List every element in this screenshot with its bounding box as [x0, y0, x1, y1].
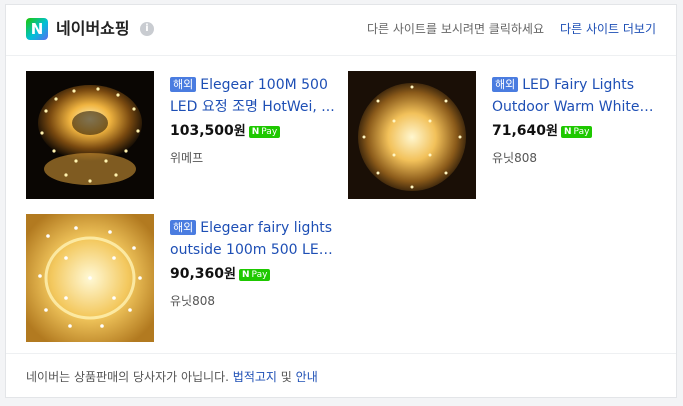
npay-label: Pay: [573, 127, 590, 137]
card-footer: 네이버는 상품판매의 당사자가 아닙니다. 법적고지 및 안내: [6, 353, 676, 399]
product-item[interactable]: 해외 Elegear 100M 500 LED 요정 조명 HotWei, ...…: [26, 71, 342, 201]
info-icon[interactable]: i: [140, 22, 154, 36]
card-header: N 네이버쇼핑 i 다른 사이트를 보시려면 클릭하세요 다른 사이트 더보기: [6, 5, 676, 56]
currency-label: 원: [233, 124, 246, 139]
product-name-link[interactable]: 해외LED Fairy Lights Outdoor Warm White 10…: [492, 74, 660, 118]
price-row: 90,360원 N Pay: [170, 263, 338, 283]
conjunction-text: 및: [280, 370, 292, 384]
legal-notice-link[interactable]: 법적고지: [233, 370, 277, 384]
seller-name[interactable]: 위메프: [170, 150, 338, 166]
seller-name[interactable]: 유닛808: [170, 293, 338, 309]
naver-logo-icon: N: [26, 18, 48, 40]
other-sites-hint: 다른 사이트를 보시려면 클릭하세요: [366, 22, 544, 36]
npay-badge-icon: N Pay: [248, 126, 281, 138]
currency-label: 원: [546, 124, 558, 139]
product-image[interactable]: [348, 71, 476, 199]
guide-link[interactable]: 안내: [296, 370, 318, 384]
product-price: 71,640: [492, 123, 547, 139]
overseas-badge: 해외: [492, 77, 519, 92]
npay-label: Pay: [251, 270, 268, 280]
disclaimer-text: 네이버는 상품판매의 당사자가 아닙니다.: [26, 370, 229, 384]
npay-badge-icon: N Pay: [239, 269, 271, 281]
section-title[interactable]: 네이버쇼핑: [56, 18, 130, 40]
shopping-card: N 네이버쇼핑 i 다른 사이트를 보시려면 클릭하세요 다른 사이트 더보기: [5, 4, 677, 398]
price-row: 71,640원 N Pay: [492, 120, 660, 140]
product-item[interactable]: 해외LED Fairy Lights Outdoor Warm White 10…: [348, 71, 664, 201]
overseas-badge: 해외: [170, 77, 197, 92]
product-info: 해외LED Fairy Lights Outdoor Warm White 10…: [492, 74, 660, 166]
npay-n: N: [242, 270, 250, 280]
product-price: 103,500: [170, 123, 234, 139]
product-image[interactable]: [26, 214, 154, 342]
footer-disclaimer: 네이버는 상품판매의 당사자가 아닙니다. 법적고지 및 안내: [26, 369, 318, 385]
overseas-badge: 해외: [170, 220, 197, 235]
npay-badge-icon: N Pay: [561, 126, 593, 138]
price-row: 103,500원 N Pay: [170, 120, 338, 140]
npay-n: N: [564, 127, 572, 137]
currency-label: 원: [224, 267, 236, 282]
other-sites-more-link[interactable]: 다른 사이트 더보기: [560, 21, 656, 37]
product-name-link[interactable]: 해외 Elegear fairy lights outside 100m 500 …: [170, 217, 338, 261]
product-price: 90,360: [170, 266, 225, 282]
product-image[interactable]: [26, 71, 154, 199]
product-info: 해외 Elegear 100M 500 LED 요정 조명 HotWei, ...…: [170, 74, 338, 166]
npay-n: N: [251, 127, 260, 137]
product-item[interactable]: 해외 Elegear fairy lights outside 100m 500 …: [26, 214, 342, 344]
npay-label: Pay: [261, 127, 278, 137]
seller-name[interactable]: 유닛808: [492, 150, 660, 166]
product-info: 해외 Elegear fairy lights outside 100m 500 …: [170, 217, 338, 309]
product-name-link[interactable]: 해외 Elegear 100M 500 LED 요정 조명 HotWei, ...: [170, 74, 338, 118]
